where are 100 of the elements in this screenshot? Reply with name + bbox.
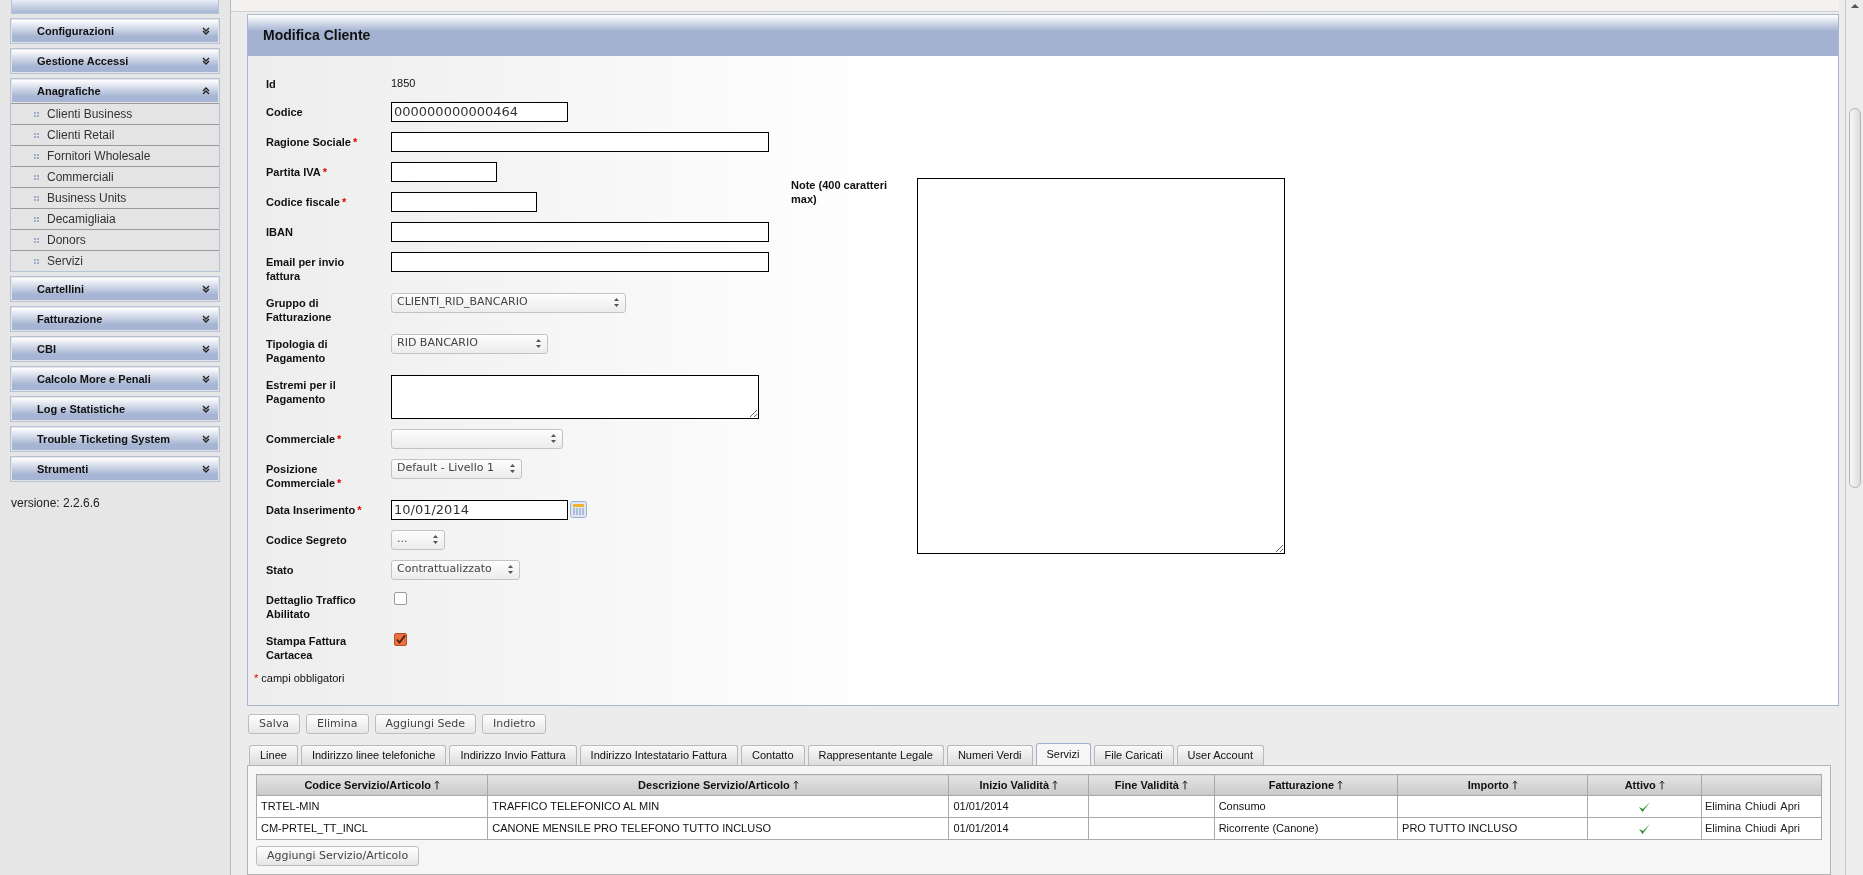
row-action-link[interactable]: Elimina [1705,820,1742,837]
expand-icon[interactable] [202,465,210,473]
row-action-link[interactable]: Chiudi [1745,798,1777,815]
select-field[interactable]: Default - Livello 1 [391,458,522,479]
table-cell: PRO TUTTO INCLUSO [1402,822,1518,835]
dots-icon [34,216,39,222]
tab[interactable]: User Account [1176,745,1264,765]
select-field[interactable]: RID BANCARIO [391,333,548,354]
input-field[interactable] [391,161,497,182]
action-button[interactable]: Aggiungi Sede [374,714,477,734]
expand-icon[interactable] [202,57,210,65]
tab[interactable]: Servizi [1035,743,1091,765]
action-button[interactable]: Salva [248,714,301,734]
sort-arrow-icon[interactable] [433,780,440,790]
field-label: Dettaglio Traffico Abilitato [266,592,357,621]
select-field[interactable]: Contrattualizzato [391,559,520,580]
expand-icon[interactable] [202,285,210,293]
section-header[interactable]: Log e Statistiche [12,398,218,420]
field-label: Email per invio fattura [266,254,346,283]
tab[interactable]: Indirizzo linee telefoniche [300,745,447,765]
expand-icon[interactable] [202,435,210,443]
dots-icon [34,174,39,180]
field-label: IBAN [266,224,294,239]
date-field[interactable]: 10/01/2014 [391,499,568,520]
field-label: Data Inserimento * [266,502,363,517]
spinner-icon [509,463,516,474]
input-field[interactable] [391,251,769,272]
table-cell: TRAFFICO TELEFONICO AL MIN [492,800,660,813]
spinner-icon [613,297,620,308]
expand-icon[interactable] [202,345,210,353]
sort-arrow-icon[interactable] [1181,780,1188,790]
section-header[interactable]: Gestione Accessi [12,50,218,72]
version-text: versione: 2.2.6.6 [11,495,101,512]
input-field[interactable]: 000000000000464 [391,101,568,122]
dots-icon [34,237,39,243]
panel-title: Modifica Cliente [263,26,371,45]
tab[interactable]: Contatto [740,745,805,765]
field-label: Stato [266,562,295,577]
checkbox[interactable] [394,632,407,646]
scroll-up-icon[interactable] [1849,2,1860,10]
tab[interactable]: Linee [249,745,298,765]
section-header[interactable]: Configurazioni [12,20,218,42]
action-button[interactable]: Indietro [482,714,547,734]
input-field[interactable] [391,131,769,152]
expand-icon[interactable] [202,27,210,35]
field-value: 1850 [391,76,416,91]
dots-icon [34,111,39,117]
tab[interactable]: Rappresentante Legale [807,745,944,765]
section-header[interactable]: CBI [12,338,218,360]
action-button[interactable]: Elimina [306,714,369,734]
sort-arrow-icon[interactable] [1052,780,1059,790]
field-label: Commerciale * [266,431,343,446]
scrollbar[interactable] [1845,0,1863,875]
tab[interactable]: File Caricati [1093,745,1174,765]
scrollbar-thumb[interactable] [1848,108,1861,488]
select-field[interactable]: CLIENTI_RID_BANCARIO [391,292,626,313]
table-cell: Ricorrente (Canone) [1218,822,1319,835]
input-field[interactable] [391,191,537,212]
section-header[interactable]: Cartellini [12,278,218,300]
dots-icon [34,132,39,138]
table-cell: CANONE MENSILE PRO TELEFONO TUTTO INCLUSO [492,822,772,835]
section-header[interactable]: Calcolo More e Penali [12,368,218,390]
sidebar-item[interactable]: Decamigliaia [11,208,219,229]
field-label: Codice fiscale * [266,194,348,209]
section-header[interactable]: Trouble Ticketing System [12,428,218,450]
select-field[interactable] [391,428,563,449]
row-action-link[interactable]: Apri [1780,820,1800,837]
tab[interactable]: Numeri Verdi [946,745,1033,765]
spinner-icon [535,338,542,349]
row-action-link[interactable]: Elimina [1705,798,1742,815]
sort-arrow-icon[interactable] [1337,780,1344,790]
table-cell: CM-PRTEL_TT_INCL [261,822,368,835]
expand-icon[interactable] [202,315,210,323]
spinner-icon [507,564,514,575]
expand-icon[interactable] [202,405,210,413]
tab[interactable]: Indirizzo Intestatario Fattura [579,745,738,765]
textarea-field[interactable] [391,374,759,419]
sort-arrow-icon[interactable] [1658,780,1665,790]
input-field[interactable] [391,221,769,242]
collapse-icon[interactable] [202,87,210,95]
tab[interactable]: Indirizzo Invio Fattura [449,745,577,765]
dots-icon [34,153,39,159]
add-service-button[interactable]: Aggiungi Servizio/Articolo [256,846,420,866]
select-field[interactable]: ... [391,529,445,550]
field-label: Note (400 caratteri max) [791,178,888,207]
row-action-link[interactable]: Apri [1780,798,1800,815]
section-header[interactable]: Fatturazione [12,308,218,330]
field-label: Codice Segreto [266,532,348,547]
table-cell: 01/01/2014 [953,800,1009,813]
table-cell: 01/01/2014 [953,822,1009,835]
expand-icon[interactable] [202,375,210,383]
sort-arrow-icon[interactable] [792,780,799,790]
column-header[interactable]: Importo [1467,776,1509,794]
field-label: Tipologia di Pagamento [266,336,329,365]
row-action-link[interactable]: Chiudi [1745,820,1777,837]
sort-arrow-icon[interactable] [1511,780,1518,790]
field-label: Ragione Sociale * [266,134,359,149]
section-header[interactable]: Anagrafiche [12,80,218,102]
section-header[interactable]: Strumenti [12,458,218,480]
checkbox[interactable] [394,591,407,605]
